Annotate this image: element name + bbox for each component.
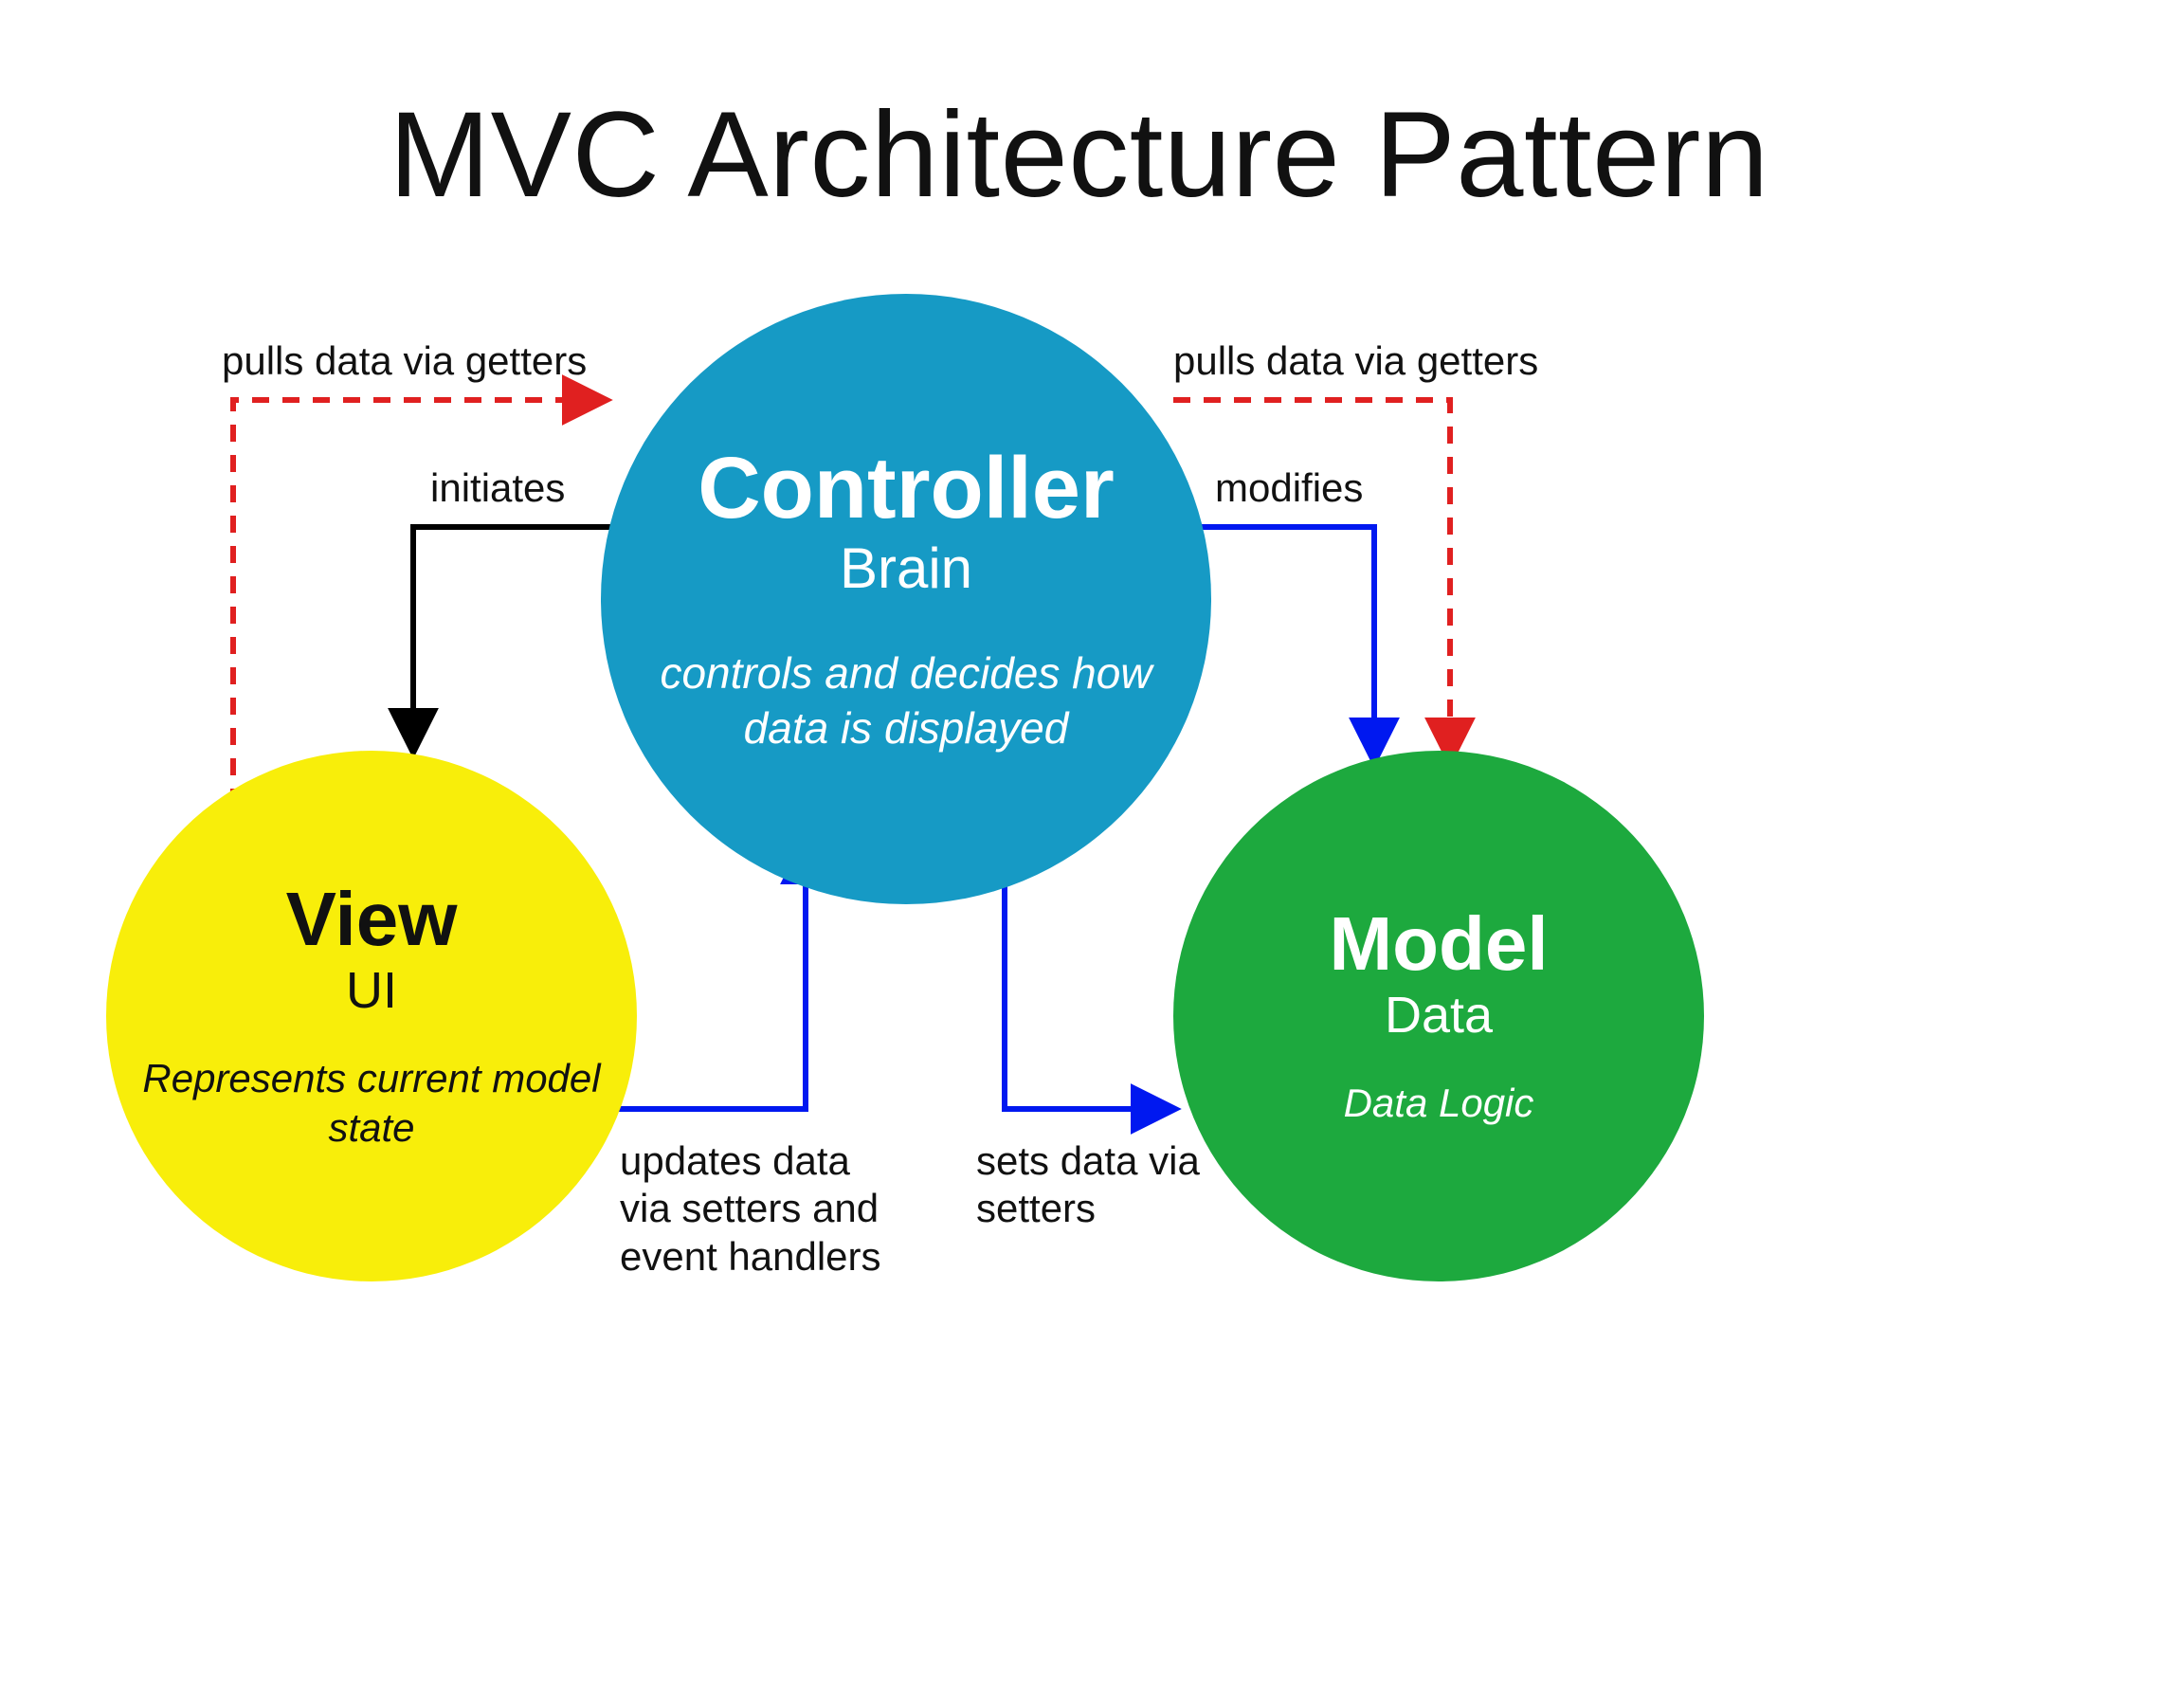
edge-view-updates-controller [607, 844, 806, 1109]
edge-label-view-pulls: pulls data via getters [222, 337, 587, 385]
node-model: Model Data Data Logic [1173, 751, 1704, 1281]
diagram-title: MVC Architecture Pattern [0, 85, 2158, 225]
edge-label-sets: sets data via setters [976, 1137, 1223, 1233]
edge-label-modifies: modifies [1215, 464, 1363, 512]
edge-controller-pulls-model [1173, 400, 1450, 758]
node-controller-name: Controller [698, 443, 1115, 535]
node-controller-sub: Brain [840, 536, 972, 601]
node-model-sub: Data [1385, 986, 1493, 1045]
edge-view-pulls-controller [233, 400, 603, 806]
node-model-name: Model [1329, 904, 1548, 984]
node-controller: Controller Brain controls and decides ho… [601, 294, 1211, 904]
edge-label-controller-pulls: pulls data via getters [1173, 337, 1538, 385]
node-view-sub: UI [346, 961, 397, 1020]
node-view-name: View [286, 880, 458, 959]
node-model-desc: Data Logic [1344, 1079, 1534, 1129]
edge-label-initiates: initiates [430, 464, 565, 512]
node-view: View UI Represents current model state [106, 751, 637, 1281]
node-controller-desc: controls and decides how data is display… [629, 646, 1183, 755]
edge-label-updates: updates data via setters and event handl… [620, 1137, 904, 1281]
edge-controller-modifies-model [1198, 527, 1374, 758]
diagram-canvas: MVC Architecture Pattern Controlle [0, 0, 2158, 1708]
edge-controller-initiates-view [413, 527, 614, 749]
node-view-desc: Represents current model state [135, 1054, 608, 1154]
edge-controller-sets-model [1005, 844, 1171, 1109]
